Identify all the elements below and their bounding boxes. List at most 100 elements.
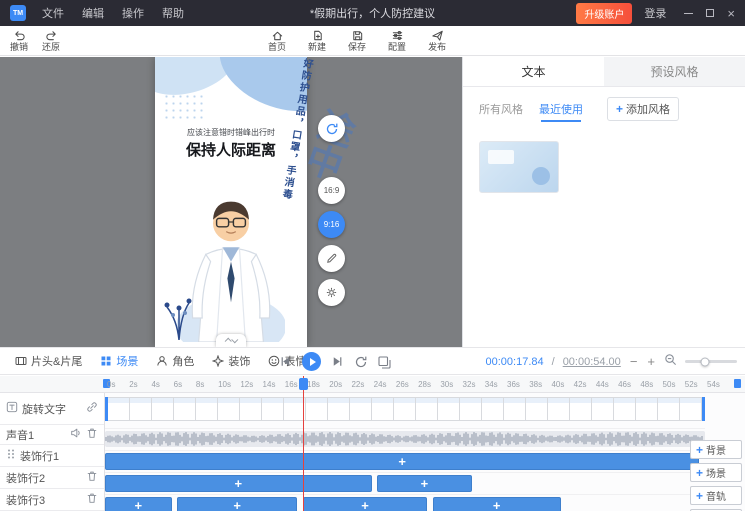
scene-frame[interactable] <box>504 397 526 421</box>
zoom-slider-knob[interactable] <box>700 357 709 366</box>
play-button[interactable] <box>302 352 321 371</box>
skip-to-end-button[interactable] <box>330 354 345 369</box>
track-label-row-audio[interactable]: 声音1 <box>0 425 104 445</box>
menu-file[interactable]: 文件 <box>42 5 64 21</box>
scene-frame[interactable] <box>592 397 614 421</box>
add-audio-track-button[interactable]: +音轨 <box>690 486 742 505</box>
trash-icon[interactable] <box>86 470 98 485</box>
decoration-clip[interactable]: + <box>303 497 427 511</box>
add-background-button[interactable]: +背景 <box>690 440 742 459</box>
scene-frame[interactable] <box>548 397 570 421</box>
playhead[interactable] <box>303 376 304 511</box>
scene-frame[interactable] <box>350 397 372 421</box>
scene-frame[interactable] <box>152 397 174 421</box>
scene-frame[interactable] <box>262 397 284 421</box>
ratio-9-16-button[interactable]: 9:16 <box>318 211 345 238</box>
style-thumbnail[interactable] <box>479 141 559 193</box>
menu-help[interactable]: 帮助 <box>162 5 184 21</box>
tab-text[interactable]: 文本 <box>463 57 604 86</box>
scene-frame[interactable] <box>460 397 482 421</box>
menu-edit[interactable]: 编辑 <box>82 5 104 21</box>
tab-decorations[interactable]: 装饰 <box>203 348 259 375</box>
scene-frame[interactable] <box>130 397 152 421</box>
scene-frame[interactable] <box>174 397 196 421</box>
playhead-handle[interactable] <box>299 378 308 390</box>
tab-characters[interactable]: 角色 <box>147 348 203 375</box>
total-time[interactable]: 00:00:54.00 <box>563 356 621 368</box>
window-close-icon[interactable]: × <box>727 7 735 20</box>
track-label-row-decor3[interactable]: 装饰行3 <box>0 489 104 511</box>
decoration-track-1[interactable]: + <box>105 451 705 473</box>
ratio-16-9-button[interactable]: 16:9 <box>318 177 345 204</box>
decoration-clip[interactable]: + <box>105 453 699 470</box>
filter-recently-used[interactable]: 最近使用 <box>539 101 583 117</box>
scene-frame[interactable] <box>218 397 240 421</box>
track-label-row-decor2[interactable]: 装饰行2 <box>0 467 104 489</box>
window-maximize-icon[interactable] <box>706 9 714 17</box>
skip-to-start-button[interactable] <box>278 354 293 369</box>
decoration-clip[interactable]: + <box>433 497 561 511</box>
login-button[interactable]: 登录 <box>644 5 666 21</box>
region-end-handle[interactable] <box>734 379 741 388</box>
scene-frame[interactable] <box>570 397 592 421</box>
zoom-slider[interactable] <box>685 360 737 363</box>
config-button[interactable]: 配置 <box>388 29 406 52</box>
scene-preview[interactable]: 公共交通工具时 应该注意错时错峰出行时 保持人际距离 <box>155 57 307 347</box>
publish-button[interactable]: 发布 <box>428 29 446 52</box>
scene-frame[interactable] <box>108 397 130 421</box>
trash-icon[interactable] <box>86 492 98 507</box>
zoom-out-button[interactable]: − <box>629 355 639 368</box>
scene-frame[interactable] <box>482 397 504 421</box>
save-button[interactable]: 保存 <box>348 29 366 52</box>
link-icon[interactable] <box>86 401 98 416</box>
decoration-track-2[interactable]: ++ <box>105 473 705 495</box>
scene-frame[interactable] <box>526 397 548 421</box>
canvas-collapse-toggle[interactable] <box>216 334 246 347</box>
edit-pencil-button[interactable] <box>318 245 345 272</box>
plant-decoration[interactable] <box>159 285 199 345</box>
scene-frame[interactable] <box>328 397 350 421</box>
menu-operation[interactable]: 操作 <box>122 5 144 21</box>
scene-frame[interactable] <box>614 397 636 421</box>
trash-icon[interactable] <box>86 427 98 442</box>
audio-track[interactable] <box>105 431 705 451</box>
decoration-clip[interactable]: + <box>377 475 471 492</box>
decoration-track-3[interactable]: + + + + <box>105 495 705 511</box>
scene-frame[interactable] <box>680 397 702 421</box>
tab-preset-styles[interactable]: 预设风格 <box>604 57 745 86</box>
window-minimize-icon[interactable] <box>684 13 693 14</box>
tab-intro-outro[interactable]: 片头&片尾 <box>6 348 91 375</box>
scene-frame[interactable] <box>658 397 680 421</box>
new-button[interactable]: 新建 <box>308 29 326 52</box>
scene-frame[interactable] <box>438 397 460 421</box>
scene-frame[interactable] <box>306 397 328 421</box>
tab-scenes[interactable]: 场景 <box>91 348 147 375</box>
zoom-in-button[interactable]: + <box>646 355 656 368</box>
canvas-workspace[interactable]: 途中 好防护用品，口罩，手消毒 公共交通工具时 应该注意错时错峰出行时 保持人际… <box>0 57 462 347</box>
filter-all-styles[interactable]: 所有风格 <box>479 101 523 117</box>
add-scene-button[interactable]: +场景 <box>690 463 742 482</box>
undo-button[interactable]: 撤销 <box>10 29 28 52</box>
drag-handle-icon[interactable] <box>6 448 16 463</box>
add-style-button[interactable]: + 添加风格 <box>607 97 679 121</box>
layers-button[interactable] <box>377 355 391 369</box>
scene-subtitle[interactable]: 应该注意错时错峰出行时 <box>155 127 307 138</box>
scene-frame[interactable] <box>240 397 262 421</box>
track-label-row-decor1[interactable]: 装饰行1 <box>0 445 104 467</box>
scene-frame[interactable] <box>636 397 658 421</box>
scene-frame[interactable] <box>394 397 416 421</box>
home-button[interactable]: 首页 <box>268 29 286 52</box>
rotate-preview-button[interactable] <box>318 115 345 142</box>
volume-icon[interactable] <box>70 427 82 442</box>
timeline-ruler[interactable]: 0s2s4s6s8s10s12s14s16s18s20s22s24s26s28s… <box>0 376 745 393</box>
scene-frame[interactable] <box>372 397 394 421</box>
app-logo[interactable]: TM <box>10 5 26 21</box>
upgrade-account-button[interactable]: 升级账户 <box>576 3 632 24</box>
decoration-clip[interactable]: + <box>105 475 372 492</box>
track-label-row-text[interactable]: 旋转文字 <box>0 393 104 425</box>
settings-gear-button[interactable] <box>318 279 345 306</box>
decoration-clip[interactable]: + <box>177 497 297 511</box>
scene-frame[interactable] <box>196 397 218 421</box>
decoration-clip[interactable]: + <box>105 497 172 511</box>
redo-button[interactable]: 还原 <box>42 29 60 52</box>
